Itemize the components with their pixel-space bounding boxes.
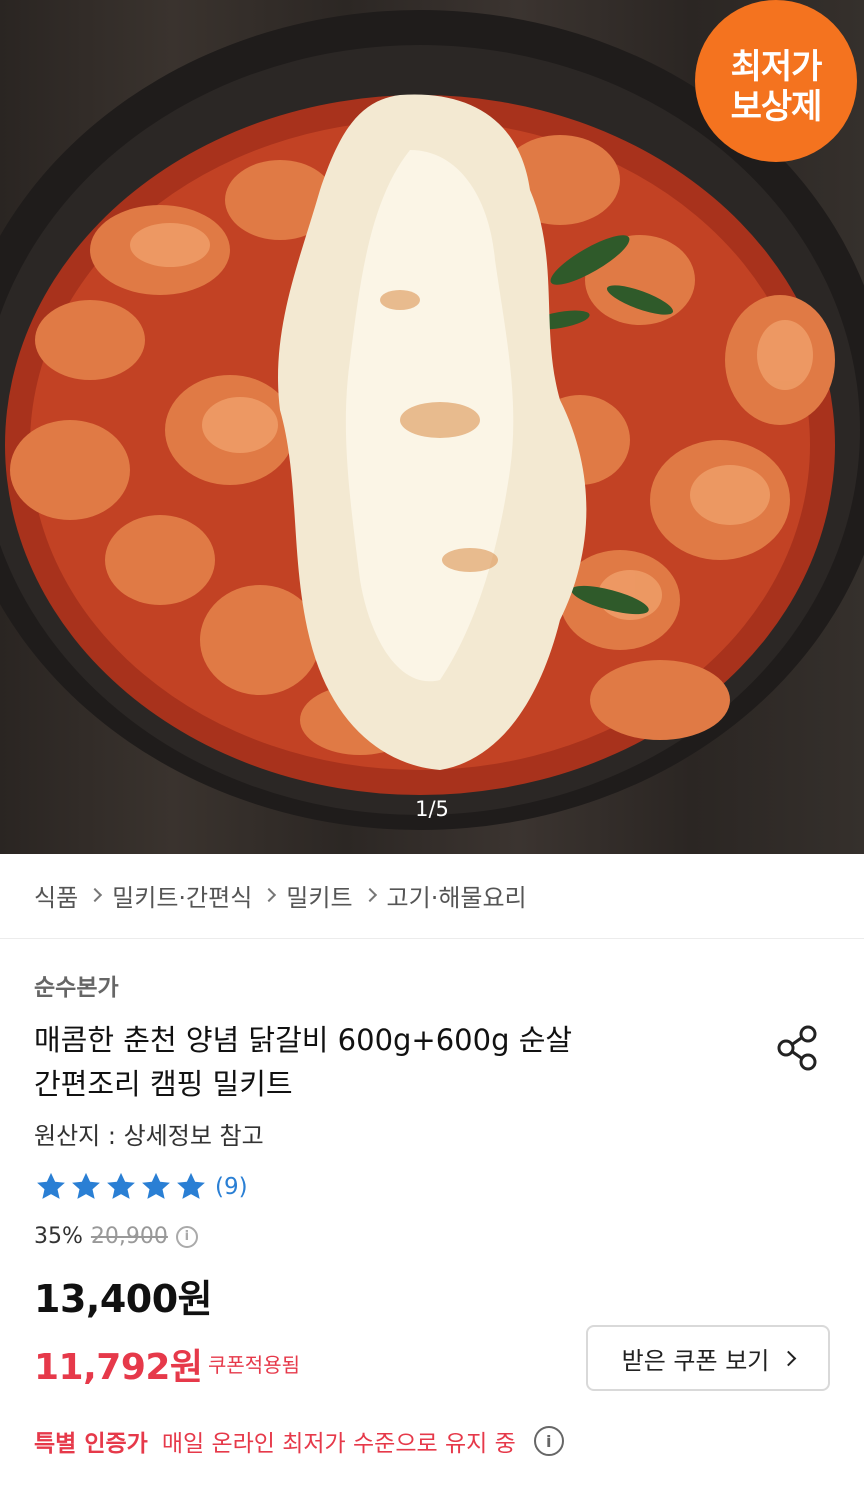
chevron-right-icon bbox=[362, 887, 377, 903]
original-price: 20,900 bbox=[90, 1224, 168, 1249]
star-icon bbox=[142, 1172, 170, 1199]
info-icon[interactable]: i bbox=[175, 1225, 198, 1248]
special-price-text: 매일 온라인 최저가 수준으로 유지 중 bbox=[161, 1431, 516, 1457]
chevron-right-icon bbox=[781, 1350, 797, 1366]
share-button[interactable] bbox=[772, 1022, 824, 1074]
coupon-applied-label: 쿠폰적용됨 bbox=[208, 1353, 300, 1377]
breadcrumb-item-mealkit[interactable]: 밀키트 bbox=[286, 878, 352, 913]
breadcrumb: 식품 밀키트·간편식 밀키트 고기·해물요리 bbox=[34, 875, 527, 915]
review-count[interactable]: (9) bbox=[215, 1174, 248, 1200]
breadcrumb-item-meat-seafood[interactable]: 고기·해물요리 bbox=[387, 878, 527, 913]
product-title: 매콤한 춘천 양념 닭갈비 600g+600g 순살 간편조리 캠핑 밀키트 bbox=[34, 1018, 714, 1106]
discount-percent: 35% bbox=[34, 1224, 83, 1249]
brand-name[interactable]: 순수본가 bbox=[34, 968, 119, 1002]
badge-line1: 최저가 bbox=[730, 47, 823, 87]
special-price-row: 특별 인증가 매일 온라인 최저가 수준으로 유지 중 i bbox=[34, 1424, 564, 1458]
star-icon bbox=[37, 1172, 65, 1199]
chevron-right-icon bbox=[262, 887, 277, 903]
coupon-price: 11,792원 bbox=[34, 1347, 203, 1388]
special-price-label: 특별 인증가 bbox=[34, 1431, 148, 1457]
info-icon[interactable]: i bbox=[533, 1426, 564, 1456]
star-icon bbox=[177, 1172, 205, 1199]
star-icon bbox=[72, 1172, 100, 1199]
product-title-line2: 간편조리 캠핑 밀키트 bbox=[34, 1067, 293, 1101]
view-coupons-button[interactable]: 받은 쿠폰 보기 bbox=[586, 1325, 830, 1391]
breadcrumb-item-mealkit-simple[interactable]: 밀키트·간편식 bbox=[112, 878, 252, 913]
view-coupons-label: 받은 쿠폰 보기 bbox=[621, 1346, 770, 1375]
star-icon bbox=[107, 1172, 135, 1199]
divider bbox=[0, 938, 864, 939]
discount-row: 35% 20,900 i bbox=[34, 1224, 198, 1249]
product-image[interactable]: 최저가 보상제 1/5 bbox=[0, 0, 864, 854]
product-title-line1: 매콤한 춘천 양념 닭갈비 600g+600g 순살 bbox=[34, 1023, 573, 1057]
lowest-price-badge: 최저가 보상제 bbox=[695, 0, 857, 162]
breadcrumb-item-food[interactable]: 식품 bbox=[34, 878, 78, 913]
image-counter: 1/5 bbox=[415, 797, 449, 821]
sale-price: 13,400원 bbox=[34, 1277, 213, 1321]
origin-info: 원산지 : 상세정보 참고 bbox=[34, 1122, 264, 1150]
share-icon bbox=[777, 1025, 817, 1071]
badge-line2: 보상제 bbox=[730, 87, 823, 127]
chevron-right-icon bbox=[88, 887, 103, 903]
rating[interactable]: (9) bbox=[34, 1170, 248, 1204]
